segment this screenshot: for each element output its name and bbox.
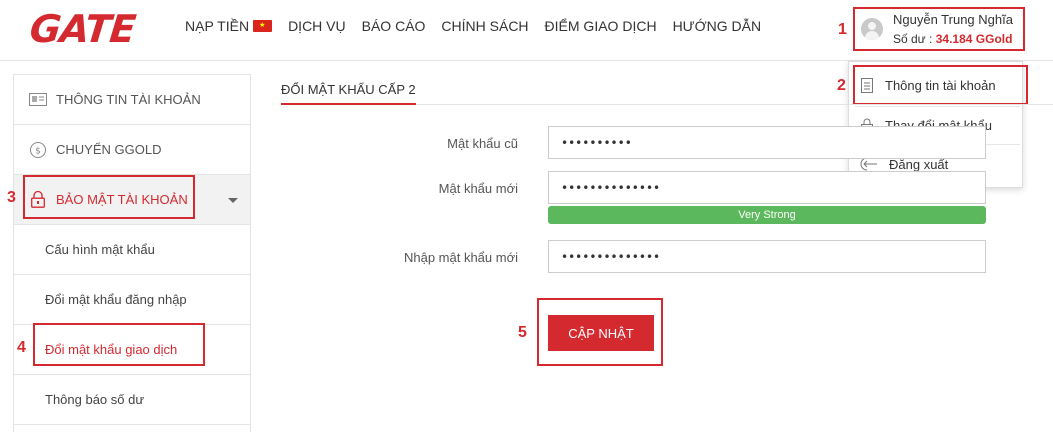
- nav-huong-dan[interactable]: HƯỚNG DẪN: [673, 18, 762, 34]
- tab-change-password-level-2[interactable]: ĐỔI MẬT KHẨU CẤP 2: [281, 82, 416, 97]
- sidebar: THÔNG TIN TÀI KHOẢN $ CHUYỂN GGOLD BẢO M…: [13, 74, 251, 432]
- step-marker-2: 2: [837, 77, 846, 94]
- exchange-coin-icon: $: [28, 141, 48, 159]
- nav-chinh-sach[interactable]: CHÍNH SÁCH: [441, 18, 528, 34]
- vietnam-flag-icon: [253, 20, 273, 32]
- sidebar-item-account-info[interactable]: THÔNG TIN TÀI KHOẢN: [14, 75, 250, 125]
- sidebar-sub-change-login-password[interactable]: Đổi mật khẩu đăng nhập: [14, 275, 250, 325]
- avatar: [861, 18, 883, 40]
- user-balance: Số dư : 34.184 GGold: [893, 32, 1013, 46]
- highlight-box: [23, 175, 195, 219]
- step-marker-1: 1: [838, 21, 847, 38]
- balance-value: 34.184 GGold: [935, 32, 1013, 46]
- highlight-box: [853, 65, 1028, 105]
- nav-bao-cao[interactable]: BÁO CÁO: [362, 18, 426, 34]
- step-marker-3: 3: [7, 189, 16, 206]
- nav-diem-giao-dich[interactable]: ĐIỂM GIAO DỊCH: [545, 18, 657, 34]
- confirm-password-field[interactable]: [548, 240, 986, 273]
- confirm-password-label: Nhập mật khẩu mới: [403, 250, 518, 265]
- nav-nap-tien[interactable]: NẠP TIỀN: [185, 18, 273, 34]
- active-tab-indicator: [281, 103, 416, 105]
- old-password-label: Mật khẩu cũ: [447, 136, 518, 151]
- password-strength-bar: Very Strong: [548, 206, 986, 224]
- new-password-field[interactable]: [548, 171, 986, 204]
- old-password-field[interactable]: [548, 126, 986, 159]
- id-card-icon: [28, 93, 48, 106]
- top-header: GATE NẠP TIỀN DỊCH VỤ BÁO CÁO CHÍNH SÁCH…: [0, 0, 1053, 61]
- step-marker-4: 4: [17, 339, 26, 356]
- highlight-box: [33, 323, 205, 366]
- sidebar-sub-balance-notification[interactable]: Thông báo số dư: [14, 375, 250, 425]
- chevron-down-icon[interactable]: [228, 198, 238, 203]
- sidebar-item-transfer-ggold[interactable]: $ CHUYỂN GGOLD: [14, 125, 250, 175]
- step-marker-5: 5: [518, 324, 527, 341]
- gate-logo[interactable]: GATE: [28, 7, 137, 51]
- svg-text:$: $: [35, 146, 41, 156]
- user-name: Nguyễn Trung Nghĩa: [893, 12, 1013, 27]
- user-account-menu[interactable]: Nguyễn Trung Nghĩa Số dư : 34.184 GGold: [853, 7, 1025, 51]
- main-nav: NẠP TIỀN DỊCH VỤ BÁO CÁO CHÍNH SÁCH ĐIỂM…: [185, 18, 777, 34]
- new-password-label: Mật khẩu mới: [438, 181, 518, 196]
- sidebar-sub-password-config[interactable]: Cấu hình mật khẩu: [14, 225, 250, 275]
- highlight-box: [537, 298, 663, 366]
- nav-dich-vu[interactable]: DỊCH VỤ: [288, 18, 346, 34]
